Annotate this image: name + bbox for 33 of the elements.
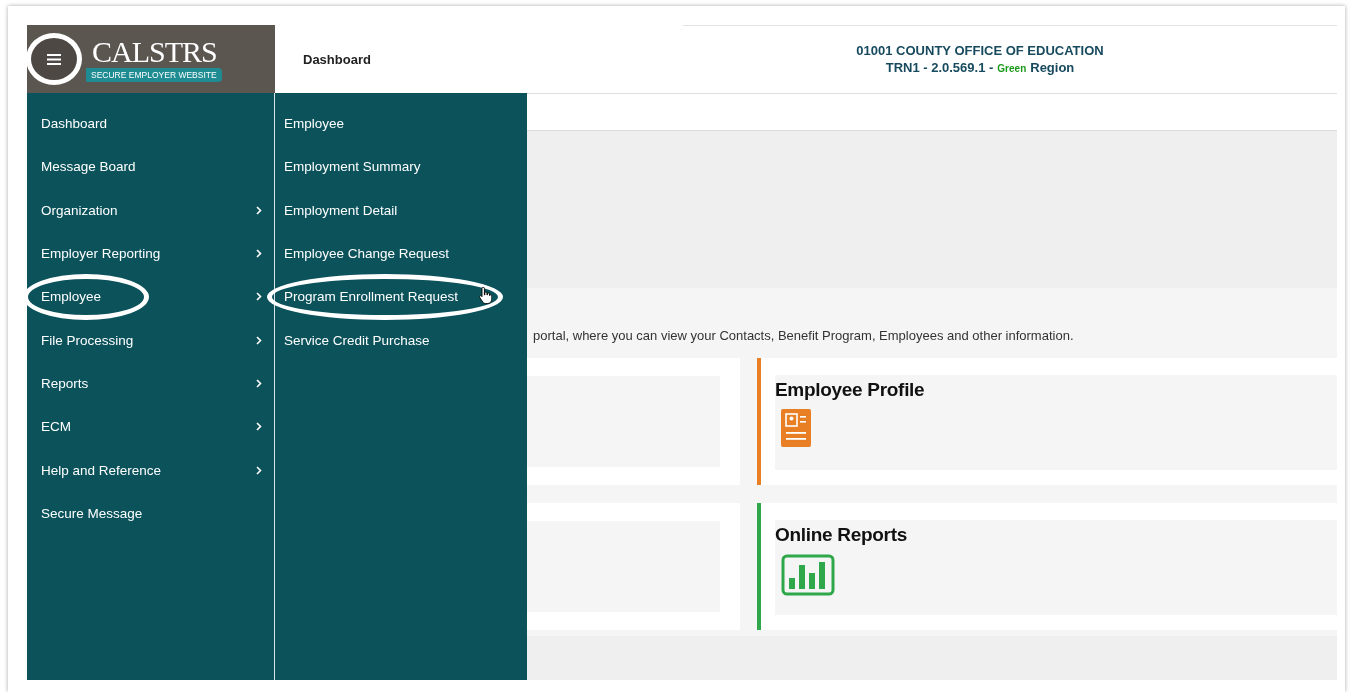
region-name: Green <box>997 62 1027 76</box>
menu-item[interactable]: Message Board <box>27 145 274 189</box>
dashboard-card[interactable]: Employee Profile <box>757 358 1337 485</box>
menu-item[interactable]: Employer Reporting <box>27 231 274 276</box>
submenu-item[interactable]: Employment Detail <box>275 188 527 232</box>
menu-item[interactable]: Dashboard <box>27 102 274 146</box>
menu-item[interactable]: ECM <box>27 405 274 449</box>
organization-name: 01001 COUNTY OFFICE OF EDUCATION <box>856 42 1104 59</box>
submenu-item[interactable]: Employee <box>275 102 527 146</box>
logo-wordmark: CALSTRS <box>91 36 217 66</box>
menu-item[interactable]: Help and Reference <box>27 448 274 492</box>
hand-cursor-icon <box>479 287 492 305</box>
submenu-item[interactable]: Program Enrollment Request <box>275 275 527 319</box>
intro-text: portal, where you can view your Contacts, Benefit Program, Employees and other information. <box>533 328 1075 345</box>
card-title: Employee Profile <box>775 379 926 401</box>
bar-chart-icon <box>781 554 835 596</box>
submenu-item[interactable]: Service Credit Purchase <box>275 318 527 362</box>
menu-button[interactable] <box>26 33 82 85</box>
card-title: Online Reports <box>775 524 908 546</box>
dashboard-card[interactable]: Online Reports <box>757 503 1337 630</box>
logo-tagline: SECURE EMPLOYER WEBSITE <box>86 67 222 82</box>
menu-item[interactable]: Reports <box>27 361 274 406</box>
menu-item[interactable]: Organization <box>27 188 274 232</box>
id-card-icon <box>781 409 811 447</box>
environment-version: TRN1 - 2.0.569.1 - <box>885 59 994 76</box>
region-label: Region <box>1030 59 1075 76</box>
menu-item[interactable]: Secure Message <box>27 491 274 535</box>
page-title: Dashboard <box>303 51 372 67</box>
menu-item[interactable]: Employee <box>27 275 274 319</box>
menu-icon <box>47 53 61 65</box>
menu-item[interactable]: File Processing <box>27 318 274 362</box>
submenu-item[interactable]: Employee Change Request <box>275 231 527 276</box>
submenu-item[interactable]: Employment Summary <box>275 145 527 189</box>
